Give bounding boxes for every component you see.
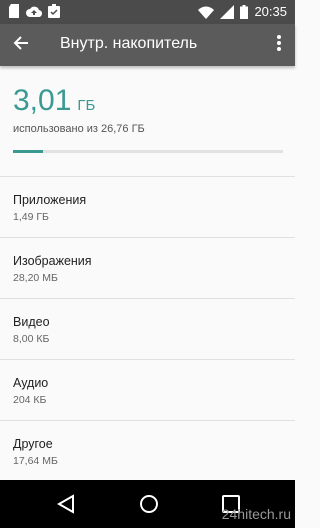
- list-item-size: 1,49 ГБ: [13, 211, 49, 223]
- wifi-icon: [198, 6, 215, 19]
- battery-icon: [240, 5, 249, 19]
- navigation-bar: 24hitech.ru: [0, 480, 295, 528]
- storage-progress-bar: [13, 150, 283, 153]
- nav-home-icon[interactable]: [139, 494, 159, 519]
- page-title: Внутр. накопитель: [60, 35, 198, 52]
- cloud-upload-icon: [26, 5, 42, 17]
- list-item-title: Видео: [13, 315, 50, 329]
- clipboard-check-icon: [48, 4, 60, 18]
- list-item-apps[interactable]: Приложения 1,49 ГБ: [0, 177, 295, 237]
- watermark: 24hitech.ru: [221, 506, 291, 522]
- toolbar: Внутр. накопитель: [0, 24, 295, 66]
- list-item-size: 8,00 КБ: [13, 333, 50, 345]
- list-item-title: Приложения: [13, 193, 87, 207]
- list-item-size: 17,64 МБ: [13, 455, 58, 467]
- used-storage-unit: ГБ: [77, 97, 96, 114]
- back-button[interactable]: [6, 30, 36, 60]
- more-options-button[interactable]: [269, 30, 289, 60]
- arrow-back-icon: [13, 35, 29, 56]
- list-item-title: Изображения: [13, 254, 92, 268]
- more-vert-icon: [277, 34, 281, 56]
- list-item-size: 204 КБ: [13, 394, 47, 406]
- sd-card-icon: [8, 4, 20, 18]
- used-storage-number: 3,01: [13, 84, 72, 117]
- used-storage-caption: использовано из 26,76 ГБ: [13, 123, 145, 135]
- list-item-images[interactable]: Изображения 28,20 МБ: [0, 238, 295, 298]
- used-storage-value: 3,01 ГБ: [13, 84, 95, 118]
- list-item-other[interactable]: Другое 17,64 МБ: [0, 421, 295, 481]
- clock: 20:35: [254, 4, 287, 19]
- list-item-size: 28,20 МБ: [13, 272, 58, 284]
- storage-summary: 3,01 ГБ использовано из 26,76 ГБ: [0, 66, 295, 176]
- status-bar: 20:35: [0, 0, 295, 24]
- nav-back-icon[interactable]: [56, 494, 75, 519]
- storage-progress-fill: [13, 150, 44, 153]
- signal-icon: [220, 5, 235, 19]
- list-item-title: Аудио: [13, 376, 49, 390]
- list-item-audio[interactable]: Аудио 204 КБ: [0, 360, 295, 420]
- list-item-video[interactable]: Видео 8,00 КБ: [0, 299, 295, 359]
- list-item-title: Другое: [13, 437, 53, 451]
